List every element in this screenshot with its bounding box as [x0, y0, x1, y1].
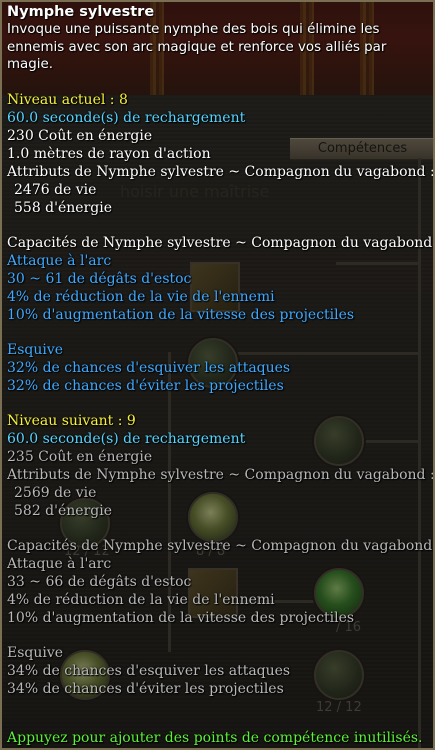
next-bow-projectile-speed: 10% d'augmentation de la vitesse des pro…: [7, 609, 355, 626]
current-abilities-heading: Capacités de Nymphe sylvestre ~ Compagno…: [7, 234, 435, 251]
current-energy: 558 d'énergie: [14, 199, 112, 216]
current-dodge-attacks: 32% de chances d'esquiver les attaques: [7, 359, 291, 376]
next-bow-damage: 33 ~ 66 de dégâts d'estoc: [7, 573, 192, 590]
current-recharge: 60.0 seconde(s) de rechargement: [7, 109, 246, 126]
next-energy-cost: 235 Coût en énergie: [7, 448, 153, 465]
next-attributes-heading: Attributs de Nymphe sylvestre ~ Compagno…: [7, 466, 435, 483]
current-energy-cost: 230 Coût en énergie: [7, 127, 153, 144]
current-bow-attack-name: Attaque à l'arc: [7, 252, 112, 269]
current-attributes-heading: Attributs de Nymphe sylvestre ~ Compagno…: [7, 163, 435, 180]
next-level-label: Niveau suivant : 9: [7, 412, 136, 429]
current-radius: 1.0 mètres de rayon d'action: [7, 145, 211, 162]
next-bow-life-reduction: 4% de réduction de la vie de l'ennemi: [7, 591, 275, 608]
current-bow-life-reduction: 4% de réduction de la vie de l'ennemi: [7, 288, 275, 305]
next-dodge-attacks: 34% de chances d'esquiver les attaques: [7, 662, 291, 679]
add-points-hint: Appuyez pour ajouter des points de compé…: [7, 730, 423, 746]
next-recharge: 60.0 seconde(s) de rechargement: [7, 430, 246, 447]
skill-description: Invoque une puissante nymphe des bois qu…: [7, 22, 387, 72]
current-avoid-projectiles: 32% de chances d'éviter les projectiles: [7, 377, 284, 394]
current-dodge-name: Esquive: [7, 341, 64, 358]
current-bow-projectile-speed: 10% d'augmentation de la vitesse des pro…: [7, 306, 355, 323]
skill-title: Nymphe sylvestre: [7, 4, 155, 20]
current-level-label: Niveau actuel : 8: [7, 91, 128, 108]
next-dodge-name: Esquive: [7, 644, 64, 661]
next-abilities-heading: Capacités de Nymphe sylvestre ~ Compagno…: [7, 537, 435, 554]
skill-tooltip: Nymphe sylvestre Invoque une puissante n…: [0, 0, 435, 750]
current-life: 2476 de vie: [14, 181, 97, 198]
next-avoid-projectiles: 34% de chances d'éviter les projectiles: [7, 680, 284, 697]
next-life: 2569 de vie: [14, 484, 97, 501]
next-bow-attack-name: Attaque à l'arc: [7, 555, 112, 572]
current-bow-damage: 30 ~ 61 de dégâts d'estoc: [7, 270, 192, 287]
next-energy: 582 d'énergie: [14, 502, 112, 519]
